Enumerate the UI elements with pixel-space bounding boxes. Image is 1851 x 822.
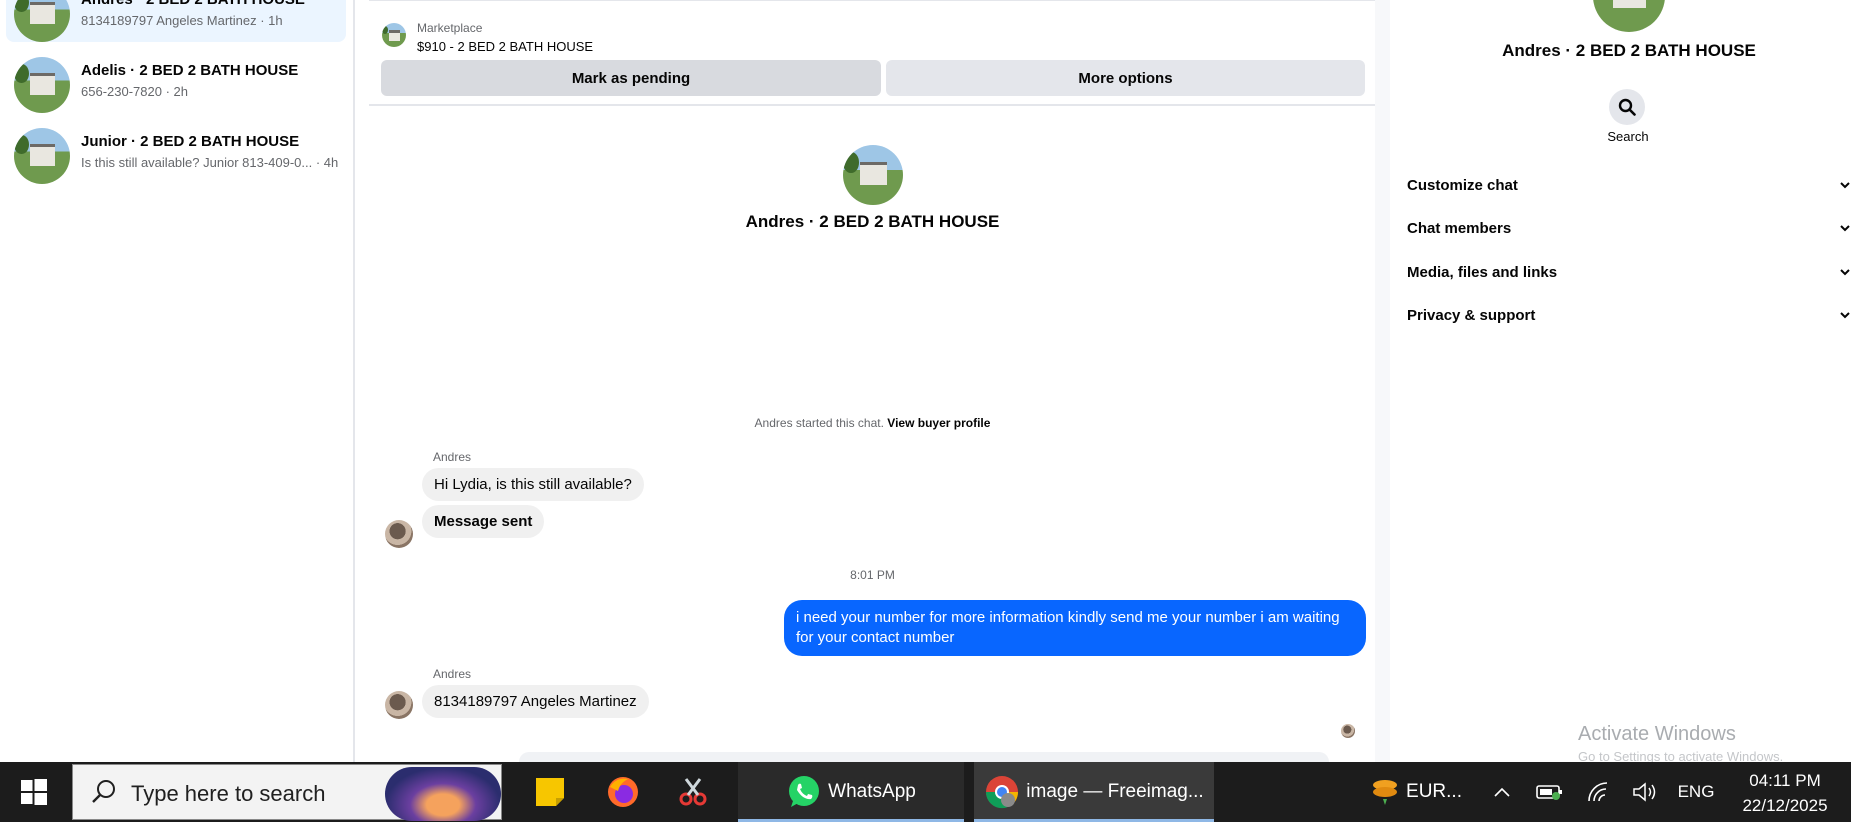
chrome-window-label: image — Freeimag... <box>1026 781 1204 802</box>
details-title: Andres · 2 BED 2 BATH HOUSE <box>1502 41 1756 60</box>
sticky-notes-icon <box>536 778 564 806</box>
clock-date: 22/12/2025 <box>1742 796 1828 815</box>
listing-thumbnail <box>14 128 70 184</box>
sender-avatar[interactable] <box>385 691 413 719</box>
snipping-tool-icon <box>679 778 707 806</box>
conversation-item-adelis[interactable]: Adelis · 2 BED 2 BATH HOUSE 656-230-7820… <box>6 49 346 113</box>
incoming-message[interactable]: 8134189797 Angeles Martinez <box>422 685 649 718</box>
start-button[interactable] <box>0 762 68 822</box>
taskbar-search-box[interactable]: Type here to search <box>72 764 502 821</box>
chevron-down-icon <box>1840 225 1850 232</box>
snipping-tool-app[interactable] <box>663 762 723 822</box>
conversation-item-junior[interactable]: Junior · 2 BED 2 BATH HOUSE Is this stil… <box>6 120 346 184</box>
section-label: Media, files and links <box>1407 263 1558 281</box>
message-sender: Andres <box>433 667 472 681</box>
conversation-name: Junior · 2 BED 2 BATH HOUSE <box>81 133 300 150</box>
section-label: Privacy & support <box>1407 306 1536 324</box>
mark-as-pending-button[interactable]: Mark as pending <box>381 60 881 96</box>
message-timestamp: 8:01 PM <box>850 568 895 582</box>
battery-icon <box>1536 785 1562 800</box>
search-placeholder: Type here to search <box>131 781 326 806</box>
search-highlight-image[interactable] <box>385 767 501 821</box>
chat-avatar[interactable] <box>1593 0 1665 32</box>
chevron-down-icon <box>1840 269 1850 276</box>
firefox-icon <box>608 777 638 807</box>
sender-avatar[interactable] <box>385 520 413 548</box>
incoming-message[interactable]: Message sent <box>422 505 545 538</box>
conversation-name: Andres · 2 BED 2 BATH HOUSE <box>81 0 305 8</box>
section-label: Chat members <box>1407 219 1512 237</box>
chevron-up-icon <box>1494 787 1510 797</box>
seen-indicator <box>1341 724 1355 738</box>
divider <box>1375 0 1390 762</box>
listing-thumbnail[interactable] <box>382 23 406 47</box>
speaker-icon <box>1633 782 1656 802</box>
search-button[interactable] <box>1609 89 1645 125</box>
volume-control[interactable] <box>1625 762 1665 822</box>
marketplace-label: Marketplace <box>417 21 483 35</box>
chat-members-section[interactable]: Chat members <box>1407 208 1851 248</box>
input-language[interactable]: ENG <box>1672 762 1720 822</box>
chat-started-text: Andres started this chat. <box>754 416 884 430</box>
activate-windows-subtitle: Go to Settings to activate Windows. <box>1578 749 1784 762</box>
conversation-name: Adelis · 2 BED 2 BATH HOUSE <box>81 62 299 79</box>
privacy-support-section[interactable]: Privacy & support <box>1407 295 1851 335</box>
media-files-links-section[interactable]: Media, files and links <box>1407 252 1851 292</box>
customize-chat-section[interactable]: Customize chat <box>1407 165 1851 205</box>
chat-title: Andres · 2 BED 2 BATH HOUSE <box>745 212 1000 231</box>
search-icon <box>92 780 115 803</box>
sticky-notes-app[interactable] <box>520 762 580 822</box>
chrome-icon <box>986 776 1019 809</box>
conversation-preview: 8134189797 Angeles Martinez · 1h <box>81 13 283 28</box>
search-label: Search <box>1607 129 1649 144</box>
chevron-down-icon <box>1840 182 1850 189</box>
conversation-list: Andres · 2 BED 2 BATH HOUSE 8134189797 A… <box>0 0 353 762</box>
clock-time: 04:11 PM <box>1749 771 1821 790</box>
clock[interactable]: 04:11 PM 22/12/2025 <box>1720 768 1850 818</box>
coins-icon <box>1373 780 1398 805</box>
chat-details-panel: Andres · 2 BED 2 BATH HOUSE Search Custo… <box>1390 0 1851 762</box>
message-composer[interactable] <box>519 752 1329 762</box>
show-hidden-icons-button[interactable] <box>1485 762 1519 822</box>
chevron-down-icon <box>1840 312 1850 319</box>
more-options-button[interactable]: More options <box>886 60 1365 96</box>
chrome-window[interactable]: image — Freeimag... <box>974 762 1214 822</box>
marketplace-header: Marketplace $910 - 2 BED 2 BATH HOUSE Ma… <box>369 0 1376 106</box>
view-buyer-profile-link[interactable]: View buyer profile <box>887 416 990 430</box>
outgoing-message[interactable]: i need your number for more information … <box>784 600 1366 656</box>
firefox-app[interactable] <box>593 762 653 822</box>
battery-status[interactable] <box>1530 762 1570 822</box>
whatsapp-label: WhatsApp <box>828 781 916 802</box>
search-icon <box>1618 98 1636 116</box>
listing-thumbnail <box>14 57 70 113</box>
conversation-preview: Is this still available? Junior 813-409-… <box>81 155 339 170</box>
windows-icon <box>21 779 47 805</box>
listing-title[interactable]: $910 - 2 BED 2 BATH HOUSE <box>417 39 593 54</box>
listing-thumbnail <box>14 0 70 42</box>
conversation-item-andres[interactable]: Andres · 2 BED 2 BATH HOUSE 8134189797 A… <box>6 0 346 42</box>
conversation-preview: 656-230-7820 · 2h <box>81 84 188 99</box>
wifi-icon <box>1588 782 1608 802</box>
divider <box>353 0 355 762</box>
whatsapp-icon <box>789 776 820 807</box>
chat-started-notice: Andres started this chat. View buyer pro… <box>369 416 1376 430</box>
chat-pane: Marketplace $910 - 2 BED 2 BATH HOUSE Ma… <box>369 0 1376 762</box>
network-status[interactable] <box>1578 762 1618 822</box>
message-sender: Andres <box>433 450 472 464</box>
taskbar: Type here to search WhatsApp image — Fre… <box>0 762 1851 822</box>
currency-widget[interactable]: EUR... <box>1356 762 1476 822</box>
currency-label: EUR... <box>1406 781 1462 802</box>
whatsapp-app[interactable]: WhatsApp <box>738 762 964 822</box>
chat-avatar[interactable] <box>843 145 903 205</box>
messenger-window: Andres · 2 BED 2 BATH HOUSE 8134189797 A… <box>0 0 1851 762</box>
incoming-message[interactable]: Hi Lydia, is this still available? <box>422 468 644 501</box>
activate-windows-watermark: Activate Windows <box>1578 723 1736 745</box>
section-label: Customize chat <box>1407 176 1518 194</box>
